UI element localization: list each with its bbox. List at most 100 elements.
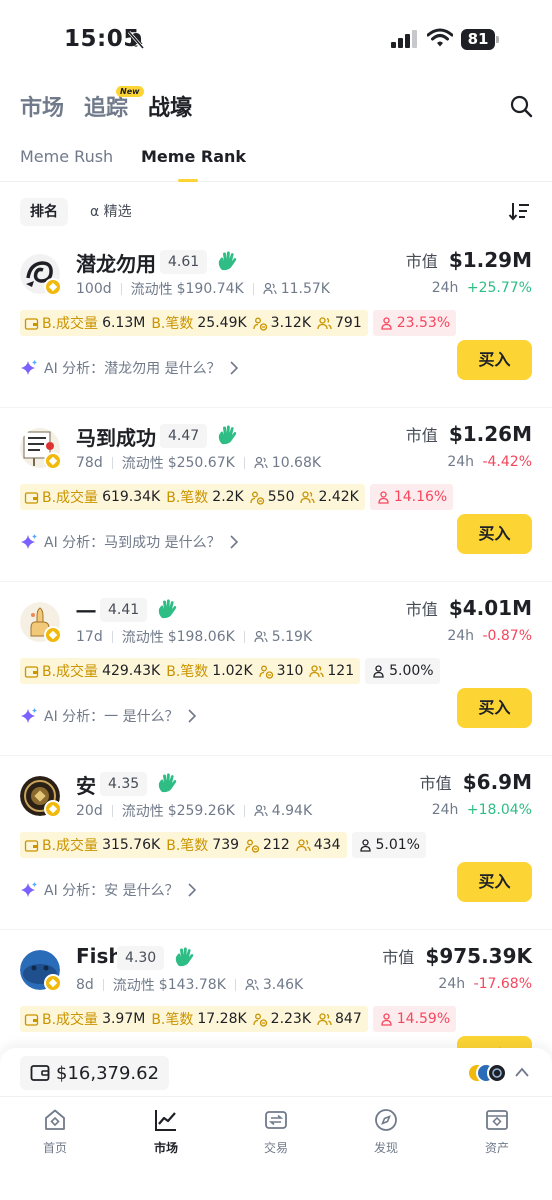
swap-users-stat: 2.23K (253, 1011, 311, 1027)
divider (111, 805, 113, 817)
swap-users-stat: 212 (245, 837, 290, 853)
top-holder-icon (381, 1012, 392, 1026)
trading-stats: B.成交量 429.43K B.笔数 1.02K 310 121 (20, 658, 361, 684)
holders-icon (263, 282, 277, 295)
wallet-balance-chip[interactable]: $16,379.62 (20, 1056, 170, 1090)
tab-market[interactable]: 市场 (20, 90, 64, 122)
holders-icon (254, 630, 268, 643)
buy-button[interactable]: 买入 (457, 688, 532, 728)
price-change: 24h +25.77% (432, 280, 532, 296)
sort-icon[interactable] (508, 200, 530, 222)
market-cap-value: $975.39K (425, 944, 532, 968)
buy-button[interactable]: 买入 (457, 862, 532, 902)
buy-button[interactable]: 买入 (457, 514, 532, 554)
trading-stats: B.成交量 6.13M B.笔数 25.49K 3.12K 791 (20, 310, 368, 336)
nav-assets[interactable]: 资产 (462, 1107, 532, 1156)
battery-indicator: 81 (461, 29, 499, 50)
change-period: 24h (438, 976, 466, 992)
top-holder-icon (373, 664, 384, 678)
token-age: 100d (76, 281, 112, 297)
search-icon[interactable] (509, 94, 533, 118)
buy-button[interactable]: 买入 (457, 340, 532, 380)
token-name: 安 (76, 774, 96, 798)
tab-meme-rank[interactable]: Meme Rank (141, 147, 246, 166)
nav-discover-label: 发现 (373, 1141, 398, 1155)
chevron-right-icon (188, 709, 196, 723)
stats-row: B.成交量 619.34K B.笔数 2.2K 550 2.42K 14.16% (20, 484, 454, 510)
holders-count: 10.68K (271, 455, 322, 471)
holders-count: 5.19K (271, 629, 313, 645)
market-cap-label: 市值 (405, 252, 438, 271)
token-card[interactable]: 安 4.35 20d 流动性 $259.26K 4.94K 市值 $6.9M 2… (0, 756, 552, 930)
swap-users-icon (253, 1013, 267, 1027)
traders-icon (317, 316, 332, 329)
swap-users-value: 550 (267, 489, 295, 505)
divider (243, 631, 245, 643)
change-period: 24h (431, 802, 459, 818)
ai-analysis-link[interactable]: AI 分析：马到成功 是什么？ (20, 532, 239, 552)
b-volume-stat: B.成交量 6.13M (24, 313, 145, 333)
waving-hand-icon (218, 251, 237, 271)
traders-stat: 791 (317, 315, 362, 331)
market-cap-label: 市值 (419, 774, 452, 793)
market-cap: 市值 $975.39K (382, 944, 532, 968)
wallet-icon (24, 665, 39, 678)
liquidity-label: 流动性 (121, 804, 164, 820)
trading-stats: B.成交量 3.97M B.笔数 17.28K 2.23K 847 (20, 1006, 368, 1032)
wallet-icon (24, 317, 39, 330)
token-card[interactable]: 潜龙勿用 4.61 100d 流动性 $190.74K 11.57K 市值 $1… (0, 234, 552, 408)
token-score: 4.35 (100, 772, 148, 796)
nav-assets-label: 资产 (484, 1141, 509, 1155)
ai-analysis-link[interactable]: AI 分析：安 是什么？ (20, 880, 197, 900)
market-cap-label: 市值 (405, 600, 438, 619)
wallet-icon (24, 839, 39, 852)
tab-trenches[interactable]: 战壕 (148, 90, 192, 122)
nav-home[interactable]: 首页 (20, 1107, 90, 1156)
ai-analysis-text: AI 分析：一 是什么？ (44, 709, 179, 725)
holders-count: 11.57K (280, 281, 330, 297)
trading-stats: B.成交量 619.34K B.笔数 2.2K 550 2.42K (20, 484, 365, 510)
battery-level: 81 (461, 29, 495, 50)
traders-icon (300, 490, 316, 503)
liquidity-value: $190.74K (176, 281, 244, 297)
nav-discover[interactable]: 发现 (351, 1107, 421, 1156)
top-holder-pct: 14.59% (372, 1006, 457, 1032)
top-holder-icon (381, 316, 392, 330)
nav-market[interactable]: 市场 (131, 1107, 201, 1156)
alpha-filter-chip[interactable]: α 精选 (90, 198, 132, 226)
traders-value: 434 (313, 837, 341, 853)
chain-badge-icon (44, 800, 62, 818)
nav-trade[interactable]: 交易 (241, 1107, 311, 1156)
wallet-balance: $16,379.62 (56, 1062, 160, 1084)
b-count-label: B.笔数 (166, 838, 209, 854)
tab-meme-rush[interactable]: Meme Rush (20, 147, 113, 166)
rank-filter-chip[interactable]: 排名 (20, 198, 68, 226)
chevron-up-icon[interactable] (515, 1066, 529, 1078)
token-card[interactable]: 马到成功 4.47 78d 流动性 $250.67K 10.68K 市值 $1.… (0, 408, 552, 582)
change-value: -4.42% (482, 454, 532, 470)
ai-analysis-link[interactable]: AI 分析：一 是什么？ (20, 706, 197, 726)
holders-icon (245, 978, 259, 991)
traders-stat: 847 (317, 1011, 362, 1027)
b-volume-label: B.成交量 (42, 316, 99, 332)
traders-stat: 121 (309, 663, 354, 679)
traders-value: 2.42K (318, 489, 359, 505)
wallet-icon (24, 491, 39, 504)
swap-users-stat: 3.12K (253, 315, 311, 331)
top-holder-pct: 5.00% (365, 658, 440, 684)
assets-icon (486, 1110, 508, 1130)
token-meta: 20d 流动性 $259.26K 4.94K (76, 801, 312, 821)
token-card[interactable]: 一 4.41 17d 流动性 $198.06K 5.19K 市值 $4.01M … (0, 582, 552, 756)
wallet-bar[interactable]: $16,379.62 (0, 1048, 552, 1100)
stats-row: B.成交量 315.76K B.笔数 739 212 434 5.01% (20, 832, 426, 858)
swap-users-icon (259, 665, 273, 679)
ai-analysis-link[interactable]: AI 分析：潜龙勿用 是什么？ (20, 358, 239, 378)
chevron-right-icon (230, 361, 238, 375)
b-count-value: 739 (212, 837, 240, 853)
b-count-value: 2.2K (212, 489, 244, 505)
b-volume-stat: B.成交量 3.97M (24, 1009, 145, 1029)
trading-stats: B.成交量 315.76K B.笔数 739 212 434 (20, 832, 347, 858)
holders-icon (254, 804, 268, 817)
traders-icon (296, 838, 311, 851)
swap-users-value: 2.23K (270, 1011, 312, 1027)
